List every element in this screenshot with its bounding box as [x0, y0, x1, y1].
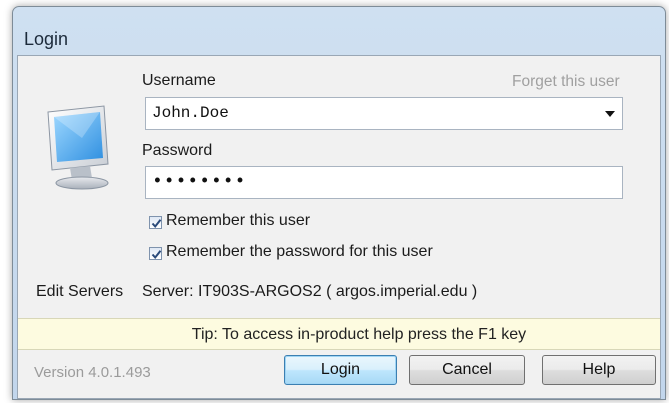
cancel-button[interactable]: Cancel	[409, 355, 525, 385]
remember-password-checkbox[interactable]	[149, 247, 162, 260]
username-combobox[interactable]: John.Doe	[145, 97, 623, 130]
edit-servers-link[interactable]: Edit Servers	[36, 283, 123, 301]
remember-user-label[interactable]: Remember this user	[166, 212, 310, 230]
help-button[interactable]: Help	[542, 355, 656, 385]
computer-monitor-icon	[42, 104, 114, 190]
username-label: Username	[142, 72, 216, 89]
chevron-down-icon[interactable]	[605, 111, 615, 117]
login-dialog: Login Username Forget this user John.Doe…	[12, 6, 666, 400]
checkmark-icon	[151, 250, 162, 260]
remember-user-checkbox[interactable]	[149, 216, 162, 229]
checkmark-icon	[151, 219, 162, 229]
dialog-title: Login	[24, 29, 69, 49]
username-value: John.Doe	[152, 104, 229, 122]
login-button[interactable]: Login	[284, 355, 397, 385]
server-info: Server: IT903S-ARGOS2 ( argos.imperial.e…	[142, 283, 478, 300]
version-label: Version 4.0.1.493	[34, 364, 151, 381]
dialog-body: Username Forget this user John.Doe Passw…	[17, 55, 661, 399]
forget-user-link[interactable]: Forget this user	[512, 73, 620, 91]
remember-password-label[interactable]: Remember the password for this user	[166, 243, 433, 261]
tip-bar: Tip: To access in-product help press the…	[18, 318, 660, 350]
password-label: Password	[142, 142, 213, 159]
password-field[interactable]: ••••••••	[145, 166, 623, 199]
